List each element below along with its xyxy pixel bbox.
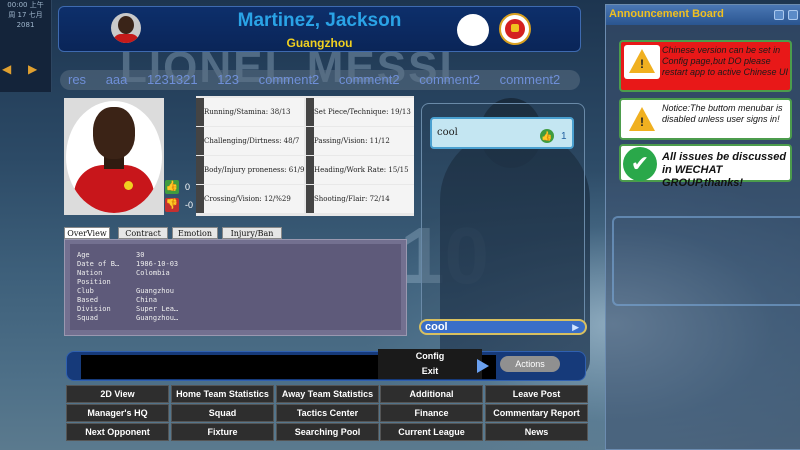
tab-overview[interactable]: OverView (64, 227, 110, 239)
managers-hq-button[interactable]: Manager's HQ (66, 404, 169, 422)
next-arrow-icon[interactable]: ▶ (28, 62, 37, 76)
leave-post-button[interactable]: Leave Post (485, 385, 588, 403)
overview-panel: Age 30 Date of B… 1986-10-03 Nation Colombi… (64, 239, 407, 336)
actions-button[interactable]: Actions (500, 356, 560, 372)
tab-contract[interactable]: Contract (118, 227, 168, 239)
fixture-button[interactable]: Fixture (171, 423, 274, 441)
comment-card: cool 👍 1 (430, 117, 574, 149)
maximize-icon[interactable] (788, 10, 798, 20)
finance-button[interactable]: Finance (380, 404, 483, 422)
commentary-report-button[interactable]: Commentary Report (485, 404, 588, 422)
attribute-cell: Set Piece/Technique: 19/13 (306, 98, 414, 126)
ticker-item: comment2 (419, 72, 480, 87)
player-like-count: 0 (185, 182, 191, 192)
previous-arrow-icon[interactable]: ◀ (2, 62, 11, 76)
announcement-title: Announcement Board (609, 8, 724, 20)
ticker-item: comment2 (258, 72, 320, 87)
away-team-statistics-button[interactable]: Away Team Statistics (276, 385, 379, 403)
announcement-header: Announcement Board (606, 5, 800, 25)
attributes-grid: Running/Stamina: 38/13 Set Piece/Techniq… (196, 96, 414, 216)
ticker-item: comment2 (499, 72, 561, 87)
comment-input[interactable]: cool ▶ (419, 319, 587, 335)
config-menu: Config Exit (378, 349, 482, 379)
ticker-item: aaa (105, 72, 128, 87)
overview-row: Squad Guangzhou… (77, 314, 179, 322)
minimize-icon[interactable] (774, 10, 784, 20)
squad-button[interactable]: Squad (171, 404, 274, 422)
next-opponent-button[interactable]: Next Opponent (66, 423, 169, 441)
config-menu-item[interactable]: Config (378, 349, 482, 364)
overview-row: Date of B… 1986-10-03 (77, 260, 179, 268)
announcement-message-text: Notice:The buttom menubar is disabled un… (662, 103, 783, 124)
ticker-item: comment2 (338, 72, 400, 87)
comment-text: cool (437, 127, 458, 138)
current-league-button[interactable]: Current League (380, 423, 483, 441)
player-header: Martinez, Jackson Guangzhou (58, 6, 581, 52)
clock-time: 00:00 上午 (7, 1, 44, 9)
overview-row: Club Guangzhou (77, 287, 174, 295)
warning-icon: ! (640, 57, 644, 71)
attribute-cell: Crossing/Vision: 12/%29 (196, 185, 304, 213)
home-team-statistics-button[interactable]: Home Team Statistics (171, 385, 274, 403)
ticker-item: 123 (217, 72, 239, 87)
ticker-item: res (68, 72, 87, 87)
ticker-item: 1231321 (147, 72, 198, 87)
announcement-message-text: Chinese version can be set in Config pag… (662, 45, 789, 77)
announcement-decor-frame (612, 216, 800, 306)
overview-row: Division Super Lea… (77, 305, 179, 313)
comment-ticker: res aaa 1231321 123 comment2 comment2 co… (60, 70, 580, 90)
announcement-message: ! Notice:The buttom menubar is disabled … (619, 98, 792, 140)
comment-like-icon[interactable]: 👍 (540, 129, 554, 143)
overview-row: Based China (77, 296, 158, 304)
attribute-cell: Challenging/Dirtness: 48/7 (196, 127, 304, 155)
attribute-cell: Running/Stamina: 38/13 (196, 98, 304, 126)
send-icon[interactable]: ▶ (572, 321, 579, 334)
tactics-center-button[interactable]: Tactics Center (276, 404, 379, 422)
attribute-cell: Shooting/Flair: 72/14 (306, 185, 414, 213)
thumbs-down-icon[interactable]: 👎 (165, 198, 179, 212)
navigation-grid: 2D View Home Team Statistics Away Team S… (66, 385, 588, 442)
2d-view-button[interactable]: 2D View (66, 385, 169, 403)
clock-panel: 00:00 上午 周 17 七月 2081 ◀ ▶ (0, 0, 52, 92)
overview-row: Position (77, 278, 111, 286)
searching-pool-button[interactable]: Searching Pool (276, 423, 379, 441)
announcement-message: ! Chinese version can be set in Config p… (619, 40, 792, 92)
clock-date: 周 17 七月 (8, 11, 43, 19)
attribute-cell: Heading/Work Rate: 15/15 (306, 156, 414, 184)
overview-row: Nation Colombia (77, 269, 170, 277)
clock-year: 2081 (16, 21, 35, 29)
player-photo (64, 98, 164, 215)
tab-emotion[interactable]: Emotion (172, 227, 218, 239)
club-badge-icon (499, 13, 531, 45)
additional-button[interactable]: Additional (380, 385, 483, 403)
comment-input-value: cool (425, 321, 448, 333)
announcement-message: ✔ All issues be discussed in WECHAT GROU… (619, 144, 792, 189)
attribute-cell: Body/Injury proneness: 61/9 (196, 156, 304, 184)
check-icon: ✔ (623, 147, 657, 181)
comment-like-count: 1 (561, 131, 567, 142)
tab-injury-ban[interactable]: Injury/Ban (222, 227, 282, 239)
attribute-cell: Passing/Vision: 11/12 (306, 127, 414, 155)
play-icon[interactable] (477, 359, 489, 373)
overview-row: Age 30 (77, 251, 145, 259)
nation-flag-icon (457, 14, 489, 46)
exit-menu-item[interactable]: Exit (378, 364, 482, 379)
announcement-message-text: All issues be discussed in WECHAT GROUP,… (662, 151, 787, 189)
thumbs-up-icon[interactable]: 👍 (165, 180, 179, 194)
news-button[interactable]: News (485, 423, 588, 441)
warning-icon: ! (640, 115, 644, 129)
player-dislike-count: -0 (185, 200, 194, 210)
